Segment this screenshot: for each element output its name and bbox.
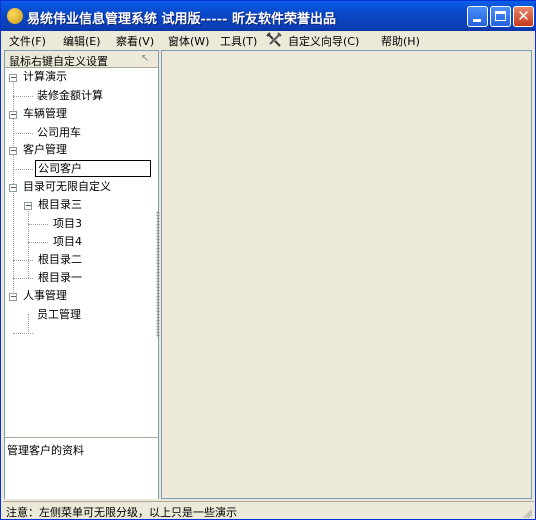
- minimize-icon: [473, 19, 481, 22]
- tree-node-customer[interactable]: 客户管理: [23, 142, 67, 157]
- tree-node-root3[interactable]: 根目录三: [38, 197, 82, 212]
- title-bar[interactable]: 易统伟业信息管理系统 试用版----- 昕友软件荣誉出品 ✕: [1, 1, 535, 31]
- tree-line: [28, 224, 48, 225]
- pin-arrow-icon[interactable]: ↖: [138, 53, 152, 65]
- menu-view[interactable]: 察看(V): [116, 33, 154, 49]
- close-icon: ✕: [517, 7, 530, 25]
- tree-line: [13, 133, 33, 134]
- app-icon[interactable]: [7, 8, 23, 24]
- tree-line: [13, 333, 33, 334]
- tree-node-root2[interactable]: 根目录二: [38, 252, 82, 267]
- resize-grip-icon[interactable]: [520, 506, 532, 518]
- tree-line: [13, 260, 33, 261]
- tree-line: [28, 242, 48, 243]
- settings-hint-box[interactable]: 鼠标右键自定义设置 ↖: [5, 51, 158, 68]
- minimize-button[interactable]: [467, 6, 488, 27]
- menu-edit[interactable]: 编辑(E): [63, 33, 101, 49]
- navigation-pane: 鼠标右键自定义设置 ↖ − 计算演示 装修金额计算 − 车辆管理 公司用车 − …: [4, 50, 159, 499]
- tree-node-item4[interactable]: 项目4: [53, 234, 82, 249]
- tree-node-item3[interactable]: 项目3: [53, 216, 82, 231]
- settings-hint: 鼠标右键自定义设置: [9, 55, 108, 68]
- tools-icon[interactable]: [266, 32, 282, 47]
- splitter-handle[interactable]: [156, 211, 160, 337]
- tree-node-company-customer[interactable]: 公司客户: [35, 160, 151, 177]
- tree-node-decoration-calc[interactable]: 装修金额计算: [37, 88, 103, 103]
- tree-node-root1[interactable]: 根目录一: [38, 270, 82, 285]
- tree-node-hr[interactable]: 人事管理: [23, 288, 67, 303]
- status-text: 注意：左侧菜单可无限分级，以上只是一些演示: [6, 506, 237, 519]
- tree-line: [13, 278, 33, 279]
- menu-tools[interactable]: 工具(T): [220, 33, 257, 49]
- collapse-icon[interactable]: −: [9, 293, 17, 301]
- maximize-icon: [495, 11, 506, 21]
- collapse-icon[interactable]: −: [9, 74, 17, 82]
- collapse-icon[interactable]: −: [9, 147, 17, 155]
- maximize-button[interactable]: [490, 6, 511, 27]
- collapse-icon[interactable]: −: [9, 111, 17, 119]
- main-content-area[interactable]: [161, 50, 532, 499]
- menu-custom-wizard[interactable]: 自定义向导(C): [288, 33, 359, 49]
- collapse-icon[interactable]: −: [24, 202, 32, 210]
- menu-window[interactable]: 窗体(W): [168, 33, 209, 49]
- close-button[interactable]: ✕: [513, 6, 534, 27]
- menu-help[interactable]: 帮助(H): [381, 33, 420, 49]
- window-title: 易统伟业信息管理系统 试用版----- 昕友软件荣誉出品: [27, 12, 337, 27]
- tree-view: − 计算演示 装修金额计算 − 车辆管理 公司用车 − 客户管理 公司客户 − …: [5, 69, 158, 449]
- tree-line: [13, 169, 33, 170]
- node-description: 管理客户的资料: [7, 444, 84, 457]
- menu-file[interactable]: 文件(F): [9, 33, 46, 49]
- description-panel: 管理客户的资料: [5, 437, 158, 499]
- tree-node-company-car[interactable]: 公司用车: [37, 125, 81, 140]
- tree-node-staff[interactable]: 员工管理: [37, 307, 81, 322]
- tree-node-vehicle[interactable]: 车辆管理: [23, 106, 67, 121]
- tree-line: [28, 314, 29, 332]
- collapse-icon[interactable]: −: [9, 184, 17, 192]
- tree-line: [13, 96, 33, 97]
- app-window: 易统伟业信息管理系统 试用版----- 昕友软件荣誉出品 ✕ 文件(F) 编辑(…: [0, 0, 536, 520]
- tree-node-custom-dir[interactable]: 目录可无限自定义: [23, 179, 111, 194]
- tree-node-calc-demo[interactable]: 计算演示: [23, 69, 67, 84]
- status-bar: 注意：左侧菜单可无限分级，以上只是一些演示: [3, 501, 534, 519]
